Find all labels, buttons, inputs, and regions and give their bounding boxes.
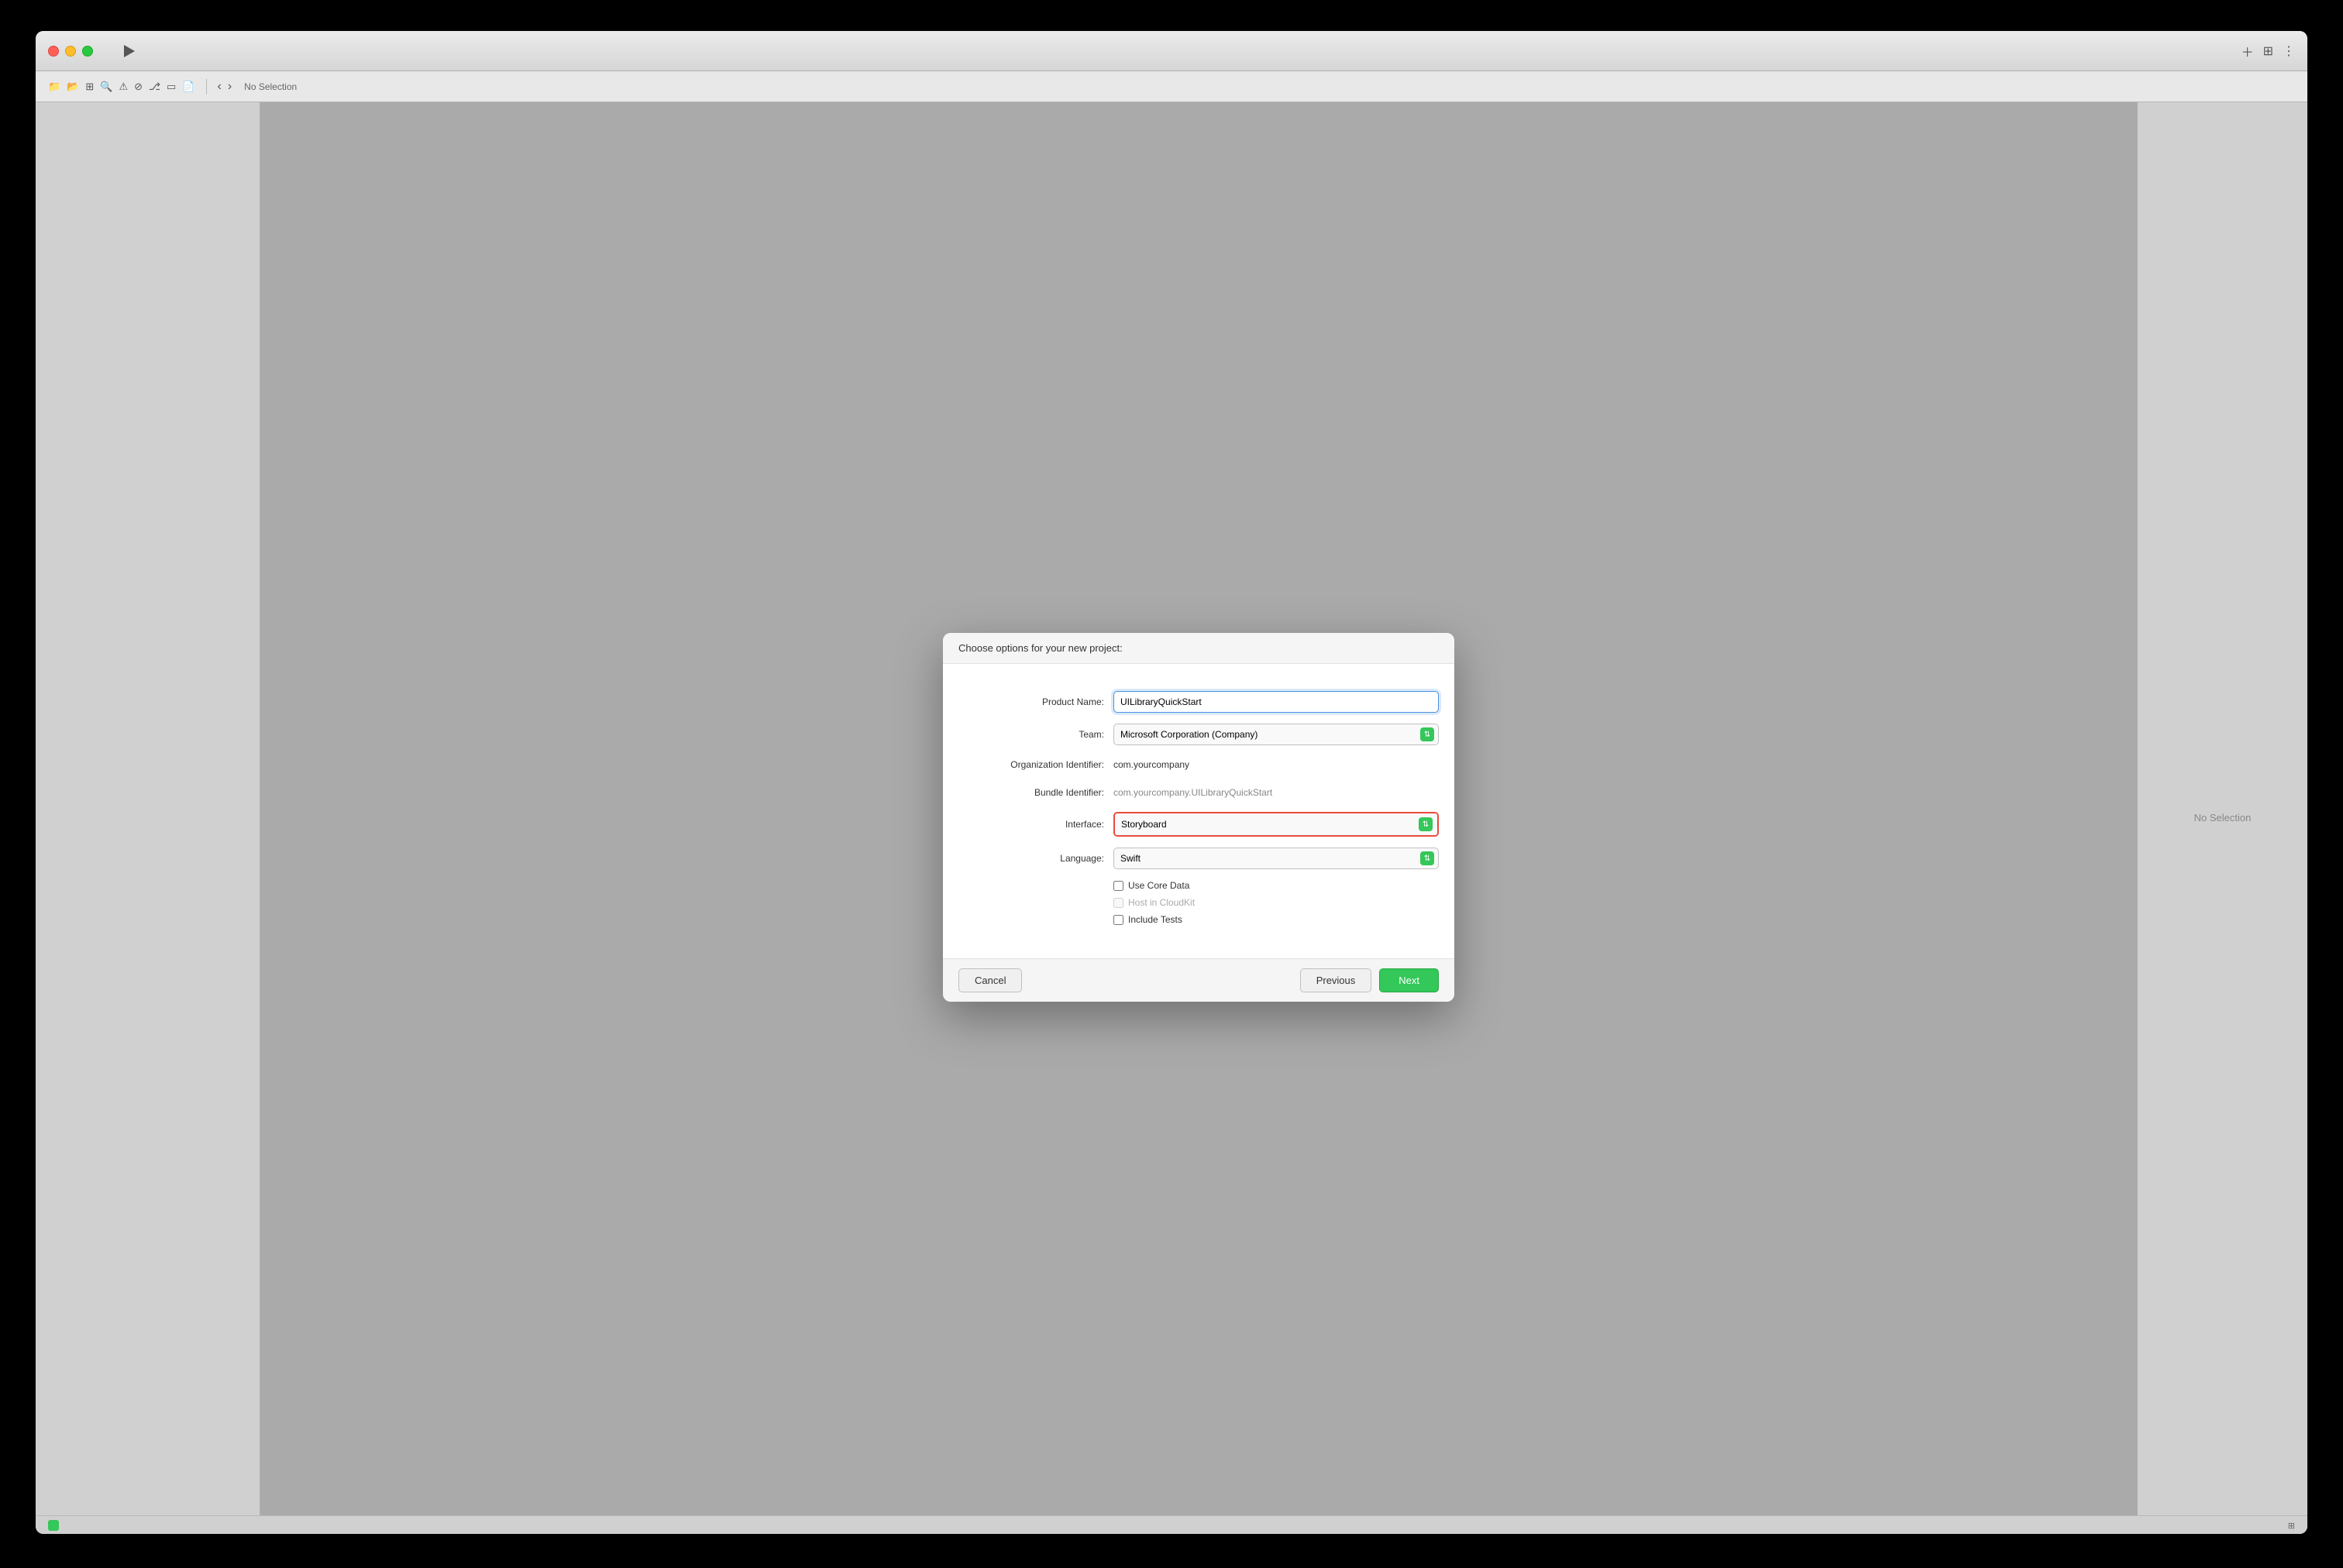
xcode-window: ＋ ⊞ ⋮ 📁 📂 ⊞ 🔍 ⚠ ⊘ ⎇ ▭ 📄 ‹ › No Selection (36, 31, 2307, 1534)
nav-forward-button[interactable]: › (228, 80, 232, 94)
layout-button[interactable]: ⊞ (2263, 43, 2273, 59)
host-cloudkit-row: Host in CloudKit (958, 897, 1439, 908)
new-project-modal: Choose options for your new project: Pro… (943, 633, 1454, 1002)
note-icon[interactable]: 📄 (182, 81, 194, 93)
main-content: Choose options for your new project: Pro… (260, 102, 2137, 1532)
inspector-button[interactable]: ⋮ (2283, 43, 2295, 59)
team-select-wrapper: Microsoft Corporation (Company) ⇅ (1113, 724, 1439, 745)
host-cloudkit-checkbox[interactable] (1113, 898, 1123, 908)
team-select[interactable]: Microsoft Corporation (Company) (1113, 724, 1439, 745)
form-container: Product Name: Team: Microsoft Corporatio… (958, 691, 1439, 931)
right-panel: No Selection (2137, 102, 2307, 1532)
status-indicator (48, 1520, 59, 1531)
modal-body: Product Name: Team: Microsoft Corporatio… (943, 664, 1454, 958)
interface-select-highlighted-wrapper: Storyboard SwiftUI ⇅ (1113, 812, 1439, 837)
next-button[interactable]: Next (1379, 968, 1439, 992)
close-button[interactable] (48, 46, 59, 57)
org-id-label: Organization Identifier: (958, 759, 1113, 770)
bundle-id-value: com.yourcompany.UILibraryQuickStart (1113, 784, 1439, 801)
modal-footer: Cancel Previous Next (943, 958, 1454, 1002)
toolbar-right: ＋ ⊞ ⋮ (2242, 42, 2295, 60)
product-name-label: Product Name: (958, 696, 1113, 707)
language-select-wrapper: Swift Objective-C ⇅ (1113, 848, 1439, 869)
cancel-button[interactable]: Cancel (958, 968, 1022, 992)
org-id-value: com.yourcompany (1113, 756, 1439, 773)
minimize-button[interactable] (65, 46, 76, 57)
xmark-folder-icon[interactable]: 📂 (67, 81, 79, 93)
team-row: Team: Microsoft Corporation (Company) ⇅ (958, 724, 1439, 745)
run-button[interactable] (124, 45, 135, 57)
no-selection-label: No Selection (244, 81, 297, 92)
bundle-id-label: Bundle Identifier: (958, 787, 1113, 798)
no-selection-right-label: No Selection (2194, 812, 2252, 824)
language-label: Language: (958, 853, 1113, 864)
footer-right-buttons: Previous Next (1300, 968, 1439, 992)
status-right: ⊞ (2288, 1518, 2295, 1532)
use-core-data-row: Use Core Data (958, 880, 1439, 891)
use-core-data-checkbox[interactable] (1113, 881, 1123, 891)
include-tests-checkbox[interactable] (1113, 915, 1123, 925)
interface-label: Interface: (958, 819, 1113, 830)
maximize-button[interactable] (82, 46, 93, 57)
add-button[interactable]: ＋ (2242, 42, 2254, 60)
org-id-row: Organization Identifier: com.yourcompany (958, 756, 1439, 773)
diff-icon[interactable]: ⊞ (85, 81, 94, 93)
modal-overlay: Choose options for your new project: Pro… (260, 102, 2137, 1532)
host-cloudkit-label: Host in CloudKit (1128, 897, 1195, 908)
nav-back-button[interactable]: ‹ (218, 80, 222, 94)
use-core-data-label[interactable]: Use Core Data (1128, 880, 1189, 891)
title-bar: ＋ ⊞ ⋮ (36, 31, 2307, 71)
layout-icon[interactable]: ⊞ (2288, 1522, 2295, 1531)
language-row: Language: Swift Objective-C ⇅ (958, 848, 1439, 869)
traffic-lights (48, 46, 93, 57)
content-area: Choose options for your new project: Pro… (36, 102, 2307, 1532)
run-icon (124, 45, 135, 57)
warning-icon[interactable]: ⚠ (119, 81, 128, 93)
folder-icon[interactable]: 📁 (48, 81, 60, 93)
include-tests-row: Include Tests (958, 914, 1439, 925)
product-name-input[interactable] (1113, 691, 1439, 713)
modal-title-bar: Choose options for your new project: (943, 633, 1454, 664)
rect-icon[interactable]: ▭ (167, 81, 176, 93)
interface-row: Interface: Storyboard SwiftUI ⇅ (958, 812, 1439, 837)
sidebar (36, 102, 260, 1532)
product-name-row: Product Name: (958, 691, 1439, 713)
stop-icon[interactable]: ⊘ (134, 81, 143, 93)
language-select[interactable]: Swift Objective-C (1113, 848, 1439, 869)
team-label: Team: (958, 729, 1113, 740)
include-tests-label[interactable]: Include Tests (1128, 914, 1182, 925)
search-icon[interactable]: 🔍 (100, 81, 112, 93)
interface-select[interactable]: Storyboard SwiftUI (1115, 813, 1437, 835)
toolbar-row2: 📁 📂 ⊞ 🔍 ⚠ ⊘ ⎇ ▭ 📄 ‹ › No Selection (36, 71, 2307, 102)
status-bar: ⊞ (36, 1515, 2307, 1534)
previous-button[interactable]: Previous (1300, 968, 1372, 992)
toolbar-divider (206, 79, 207, 95)
modal-title: Choose options for your new project: (958, 642, 1123, 654)
branch-icon[interactable]: ⎇ (149, 81, 160, 93)
bundle-id-row: Bundle Identifier: com.yourcompany.UILib… (958, 784, 1439, 801)
